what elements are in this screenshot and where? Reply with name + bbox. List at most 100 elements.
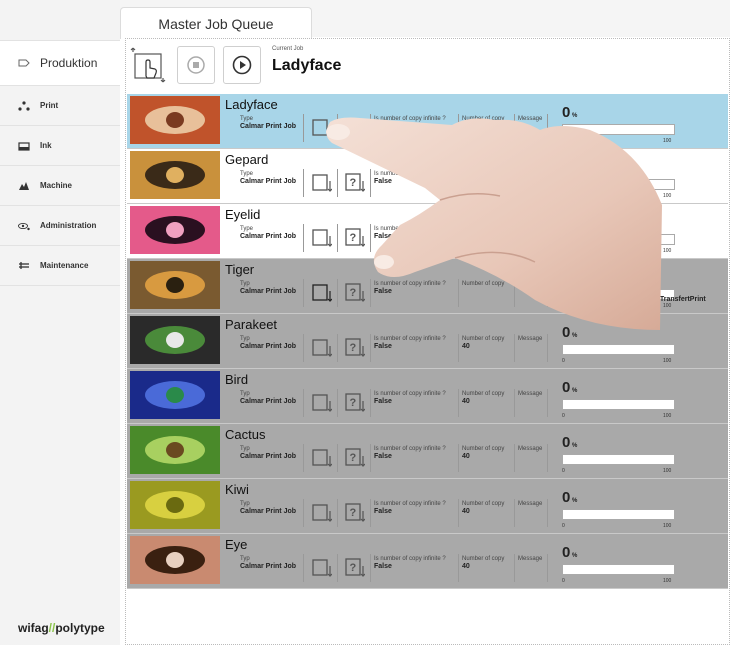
job-message: Message [518,171,543,177]
progress-bar [562,564,675,575]
logo: wifag//polytype [18,621,105,635]
stop-button[interactable] [177,46,215,84]
job-row-kiwi[interactable]: Kiwi Typ Calmar Print Job ? Is number of … [127,479,728,534]
job-type: Typ Calmar Print Job [240,281,297,295]
job-row-cactus[interactable]: Cactus Typ Calmar Print Job ? Is number o… [127,424,728,479]
progress-bar [562,509,675,520]
job-thumbnail [130,426,220,474]
job-row-eyelid[interactable]: Eyelid Type Calmar Print Job ? Is number … [127,204,728,259]
job-copies: Number of copy [462,226,505,232]
job-row-eye[interactable]: Eye Typ Calmar Print Job ? Is number of c… [127,534,728,589]
machine-icon [18,181,30,191]
job-infinite: Is number of copy infinite ? False [374,446,446,460]
progress-max: 100 [663,248,672,254]
svg-text:?: ? [350,397,357,409]
job-message: Message [518,391,543,397]
job-copies: Number of copy 40 [462,336,505,350]
progress-bar [562,234,675,245]
sidebar-item-label: Machine [40,181,73,190]
copy-download-icon [312,229,332,247]
stop-icon [187,56,205,74]
job-name: Bird [225,372,249,387]
progress-min: 0 [562,248,565,254]
svg-text:?: ? [350,287,357,299]
question-download-icon: ? [345,558,365,577]
copy-download-icon [312,559,332,577]
progress-percent: 0 % [562,434,578,451]
sidebar-item-print[interactable]: Print [0,86,120,126]
toolbar: Current Job Ladyface [125,40,728,92]
progress-bar [562,454,675,465]
sidebar-item-machine[interactable]: Machine [0,166,120,206]
job-type: Typ Calmar Print Job [240,391,297,405]
job-name: Kiwi [225,482,249,497]
svg-text:?: ? [350,342,357,354]
job-infinite: Is number of copy infinite ? False [374,336,446,350]
job-message: Message [518,116,543,122]
maintenance-icon [18,261,30,271]
job-copies: Number of copy 40 [462,446,505,460]
job-row-tiger[interactable]: Tiger Typ Calmar Print Job ? Is number of… [127,259,728,314]
svg-text:?: ? [350,232,357,244]
question-download-icon: ? [345,448,365,467]
job-name: Eye [225,537,248,552]
job-thumbnail [130,371,220,419]
job-name: Eyelid [225,207,261,222]
job-thumbnail [130,261,220,309]
progress-min: 0 [562,303,565,309]
job-message: Message [518,556,543,562]
job-row-bird[interactable]: Bird Typ Calmar Print Job ? Is number of … [127,369,728,424]
sidebar-item-label: Produktion [40,56,98,70]
job-thumbnail [130,481,220,529]
sidebar-item-administration[interactable]: Administration [0,206,120,246]
tab-master-job-queue[interactable]: Master Job Queue [120,7,312,39]
job-name: Parakeet [225,317,278,332]
job-row-ladyface[interactable]: Ladyface Type Calmar Print Job ? Is numbe… [127,94,728,149]
progress-max: 100 [663,358,672,364]
sidebar-item-produktion[interactable]: Produktion [0,40,120,86]
sidebar-item-maintenance[interactable]: Maintenance [0,246,120,286]
progress-min: 0 [562,358,565,364]
sidebar: Produktion Print Ink Machine Administrat… [0,0,120,645]
play-button[interactable] [223,46,261,84]
progress-percent: 0 % [562,324,578,341]
job-infinite: Is number of copy infinite ? False [374,116,446,130]
progress-percent: 0 % [562,489,578,506]
question-download-icon: ? [345,228,365,247]
question-download-icon: ? [345,338,365,357]
sidebar-item-label: Ink [40,141,52,150]
job-infinite: Is number of copy infinite ? False [374,501,446,515]
progress-min: 0 [562,468,565,474]
eye-icon [18,221,30,231]
question-download-icon: ? [345,283,365,302]
sidebar-item-label: Print [40,101,59,110]
job-copies: Number of copy [462,116,505,122]
sidebar-item-label: Administration [40,221,97,230]
sidebar-item-label: Maintenance [40,261,89,270]
copy-download-icon [312,394,332,412]
copy-download-icon [312,174,332,192]
copy-download-icon [312,449,332,467]
progress-max: 100 [663,468,672,474]
progress-percent: 0 % [562,544,578,561]
job-type: Type Calmar Print Job [240,226,297,240]
sidebar-item-ink[interactable]: Ink [0,126,120,166]
question-download-icon: ? [345,503,365,522]
play-icon [232,55,252,75]
job-name: Cactus [225,427,266,442]
svg-text:?: ? [350,122,357,134]
progress-min: 0 [562,578,565,584]
job-row-parakeet[interactable]: Parakeet Typ Calmar Print Job ? Is number… [127,314,728,369]
job-row-gepard[interactable]: Gepard Type Calmar Print Job ? Is number … [127,149,728,204]
progress-bar [562,344,675,355]
progress-min: 0 [562,413,565,419]
copy-download-icon [312,284,332,302]
job-type: Typ Calmar Print Job [240,336,297,350]
job-message: Message [518,501,543,507]
svg-text:?: ? [350,452,357,464]
job-message: Message [518,336,543,342]
job-infinite: Is number of copy infinite ? False [374,556,446,570]
tab-bar: Master Job Queue [120,0,730,39]
progress-max: 100 [663,578,672,584]
touch-sort-button[interactable] [129,46,167,84]
